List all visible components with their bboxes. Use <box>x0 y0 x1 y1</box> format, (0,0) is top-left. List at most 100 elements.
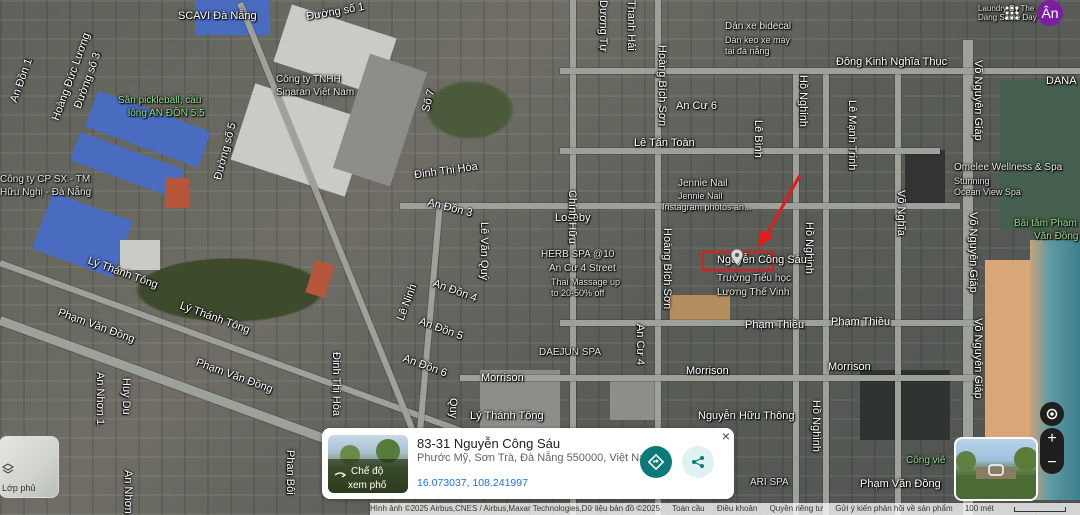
poi-label: Ocean View Spa <box>954 187 1021 197</box>
poi-label: Hữu Nghị - Đà Nẵng <box>0 187 92 198</box>
street-label: Võ Nguyên Giáp <box>972 60 984 141</box>
building-roof <box>610 380 660 420</box>
street-label: Morrison <box>686 365 729 377</box>
street-label: Hoàng Bích Sơn <box>656 45 668 127</box>
scale-bar <box>1014 507 1066 512</box>
place-info-card: Chế độ xem phố 83-31 Nguyễn Công Sáu Phư… <box>322 428 734 499</box>
street-label: Nguyễn Hữu Thông <box>698 410 795 422</box>
tower <box>905 150 945 205</box>
poi-label[interactable]: Bãi tắm Phạm <box>1014 218 1077 230</box>
poi-label[interactable]: Công ty CP SX - TM <box>0 174 90 186</box>
account-avatar[interactable]: Ân <box>1037 0 1063 26</box>
privacy-link[interactable]: Quyền riêng tư <box>770 504 823 513</box>
building-roof <box>165 178 189 208</box>
road <box>560 148 940 154</box>
share-icon <box>692 456 704 468</box>
directions-button[interactable] <box>640 446 672 478</box>
street-view-image <box>956 447 1036 499</box>
poi-label: Instagram photos an... <box>662 202 752 212</box>
region-link[interactable]: Toàn cầu <box>672 504 704 513</box>
street-view-icon <box>334 472 346 478</box>
street-view-label: xem phố <box>348 480 387 491</box>
street-label: Lý Thánh Tông <box>470 410 544 422</box>
street-label: Lê Tấn Toàn <box>634 137 695 149</box>
street-label: Hoàng Bích Sơn <box>661 228 673 310</box>
street-label: Chính Hữu <box>566 190 578 244</box>
poi-label[interactable]: ARI SPA <box>750 477 789 489</box>
feedback-link[interactable]: Gửi ý kiến phản hồi về sản phẩm <box>835 504 952 513</box>
street-label: Huy Du <box>120 378 132 415</box>
scale-label[interactable]: 100 mét <box>965 504 994 513</box>
street-view-thumbnail[interactable] <box>954 437 1038 501</box>
share-button[interactable] <box>682 446 714 478</box>
my-location-button[interactable] <box>1040 402 1064 426</box>
street-label: Võ Nghĩa <box>895 190 907 236</box>
imagery-attribution: Hình ảnh ©2025 Airbus,CNES / Airbus,Maxa… <box>370 504 661 513</box>
street-label: Morrison <box>828 361 871 373</box>
street-label: An Cư 6 <box>676 100 717 112</box>
poi-label: Lương Thế Vinh <box>717 287 790 298</box>
street-label: Lê Mạnh Trinh <box>846 100 858 171</box>
location-pin-icon[interactable] <box>731 249 743 265</box>
google-apps-button[interactable] <box>1001 2 1023 24</box>
road <box>895 70 901 515</box>
street-label: Phan Bôi <box>284 450 296 495</box>
poi-label: An Cư 4 Street <box>549 263 616 274</box>
place-address: Phước Mỹ, Sơn Trà, Đà Nẵng 550000, Việt … <box>417 452 655 464</box>
road <box>823 70 829 515</box>
road <box>560 68 1080 74</box>
poi-label[interactable]: Công ty TNHH <box>276 74 341 86</box>
poi-label: Sinaran Việt Nam <box>276 87 355 98</box>
street-label: Phạm Văn Đồng <box>56 306 137 346</box>
zoom-out-button[interactable]: − <box>1047 452 1056 474</box>
street-label: Phạm Thiều <box>745 319 805 331</box>
directions-icon <box>648 454 664 470</box>
park <box>1000 80 1080 230</box>
street-label: An Đồn 4 <box>431 277 479 305</box>
street-label: An Đồn 1 <box>8 56 35 105</box>
poi-label[interactable]: Công viê <box>906 455 945 467</box>
poi-label[interactable]: SCAVI Đà Nẵng <box>178 10 257 22</box>
street-label: An Nhơn 2 <box>122 470 134 515</box>
layers-label: Lớp phủ <box>2 483 36 493</box>
place-coordinates[interactable]: 16.073037, 108.241997 <box>417 477 528 489</box>
street-label: Lê Ninh <box>395 282 420 323</box>
zoom-in-button[interactable]: + <box>1047 428 1056 450</box>
poi-label[interactable]: Dán xe bidecal <box>725 21 791 33</box>
street-label: An Đồn 3 <box>426 196 474 220</box>
street-label: Quy <box>447 398 459 419</box>
poi-label[interactable]: Omelee Wellness & Spa <box>954 162 1062 174</box>
crosshair-icon <box>1046 408 1058 420</box>
poi-label[interactable]: Jennie Nail <box>678 178 727 190</box>
street-view-preview[interactable]: Chế độ xem phố <box>328 435 408 493</box>
close-icon[interactable]: × <box>720 429 732 443</box>
layers-button[interactable]: Lớp phủ <box>0 436 59 498</box>
street-label: Võ Nguyên Giáp <box>972 318 984 399</box>
red-arrow-icon <box>758 174 802 248</box>
poi-label[interactable]: DAEJUN SPA <box>539 347 601 359</box>
street-label: Đinh Thị Hòa <box>330 352 342 416</box>
street-label: An Cư 4 <box>634 324 646 365</box>
street-label: Morrison <box>481 372 524 384</box>
street-view-label: Chế độ <box>351 466 384 477</box>
street-label: Lê Văn Quý <box>478 222 490 281</box>
building-roof <box>120 240 160 270</box>
poi-label: lông AN ĐỒN 5.5 <box>128 108 205 119</box>
apps-grid-icon <box>1005 6 1019 20</box>
street-label: Thanh Hải <box>625 0 637 51</box>
poi-label[interactable]: DANA <box>1046 75 1077 87</box>
place-title: 83-31 Nguyễn Công Sáu <box>417 436 561 451</box>
building-roof <box>305 259 335 299</box>
street-label: An Nhơn 1 <box>94 372 106 426</box>
poi-label[interactable]: Trường Tiểu học <box>717 273 791 285</box>
street-label: Phạm Văn Đồng <box>194 356 275 396</box>
street-label: Phạm Văn Đồng <box>860 478 941 490</box>
street-label: Võ Nguyên Giáp <box>967 212 979 293</box>
poi-label[interactable]: HERB SPA @10 <box>541 249 614 261</box>
poi-label: tại đà nẵng <box>725 46 770 56</box>
street-label: Phạm Thiều <box>831 316 891 328</box>
street-label: Lê Bình <box>752 120 764 158</box>
terms-link[interactable]: Điều khoản <box>717 504 757 513</box>
street-label: Hồ Nghinh <box>797 75 809 127</box>
poi-label[interactable]: Sân pickleball, cầu <box>118 95 201 107</box>
